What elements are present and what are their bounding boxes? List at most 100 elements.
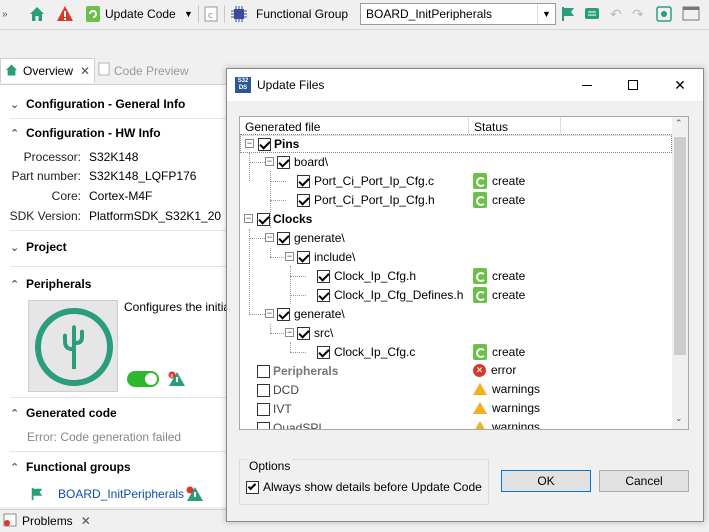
- tree-row[interactable]: − Clocks: [240, 210, 672, 229]
- tab-code-preview[interactable]: Code Preview: [98, 58, 208, 83]
- tree-row[interactable]: − generate\: [240, 305, 672, 324]
- tree-checkbox[interactable]: [277, 156, 290, 169]
- hw-info-key: SDK Version:: [9, 209, 81, 223]
- tree-checkbox[interactable]: [257, 384, 270, 397]
- tab-overview-label: Overview: [23, 64, 74, 78]
- chevron-down-icon: ⌄: [10, 98, 20, 111]
- tree-row[interactable]: Peripherals ✕ error: [240, 362, 672, 381]
- tree-scrollbar[interactable]: ⌃ ⌄: [672, 117, 688, 429]
- tree-row[interactable]: − board\: [240, 153, 672, 172]
- collapse-icon[interactable]: −: [245, 139, 254, 148]
- update-code-dropdown-icon[interactable]: ▼: [184, 4, 193, 24]
- collapse-icon[interactable]: −: [244, 214, 253, 223]
- notes-icon[interactable]: [584, 4, 600, 24]
- code-preview-icon[interactable]: c: [204, 4, 218, 24]
- warning-icon: [473, 383, 487, 395]
- tree-checkbox[interactable]: [317, 289, 330, 302]
- tree-row[interactable]: Clock_Ip_Cfg.c create: [240, 343, 672, 362]
- chip-icon[interactable]: [230, 4, 248, 24]
- generated-files-tree[interactable]: Generated file Status − Pins − board\ Po…: [239, 116, 689, 430]
- row-status: create: [492, 288, 526, 302]
- functional-group-link[interactable]: BOARD_InitPeripherals: [58, 487, 184, 501]
- maximize-icon[interactable]: [610, 69, 656, 101]
- tree-checkbox[interactable]: [297, 175, 310, 188]
- tree-row[interactable]: − src\: [240, 324, 672, 343]
- functional-group-warning-icon[interactable]: [186, 485, 204, 506]
- collapse-icon[interactable]: −: [265, 233, 274, 242]
- functional-group-value: BOARD_InitPeripherals: [366, 7, 493, 21]
- tree-row[interactable]: − include\: [240, 248, 672, 267]
- ok-button[interactable]: OK: [501, 470, 591, 492]
- collapse-icon[interactable]: −: [265, 157, 274, 166]
- scroll-up-icon[interactable]: ⌃: [675, 118, 683, 129]
- tree-row-label: include\: [314, 250, 356, 264]
- home-icon[interactable]: [28, 4, 46, 24]
- flag-icon[interactable]: [560, 4, 576, 24]
- chevron-up-icon: ⌃: [10, 127, 20, 140]
- warning-red-icon[interactable]: [56, 4, 74, 24]
- always-show-checkbox[interactable]: [246, 480, 259, 494]
- section-project[interactable]: ⌄ Project: [10, 236, 67, 258]
- tree-row[interactable]: Port_Ci_Port_Ip_Cfg.c create: [240, 172, 672, 191]
- scrollbar-thumb[interactable]: [674, 137, 686, 355]
- collapse-icon[interactable]: −: [285, 328, 294, 337]
- tree-checkbox[interactable]: [277, 232, 290, 245]
- section-general-info[interactable]: ⌄ Configuration - General Info: [10, 93, 185, 115]
- redo-icon[interactable]: ↷: [632, 4, 644, 24]
- section-hw-info[interactable]: ⌃ Configuration - HW Info: [10, 122, 161, 144]
- tree-checkbox[interactable]: [257, 213, 270, 226]
- tree-checkbox[interactable]: [297, 194, 310, 207]
- create-file-icon: [473, 287, 487, 303]
- peripherals-warning-icon[interactable]: x: [168, 370, 186, 391]
- tree-checkbox[interactable]: [257, 365, 270, 378]
- tree-row[interactable]: IVT warnings: [240, 400, 672, 419]
- toolbar-chevron-icon[interactable]: »: [2, 4, 8, 24]
- tree-row[interactable]: − generate\: [240, 229, 672, 248]
- generated-code-status: Error: Code generation failed: [27, 430, 182, 444]
- tree-row[interactable]: Clock_Ip_Cfg.h create: [240, 267, 672, 286]
- section-functional-groups[interactable]: ⌃ Functional groups: [10, 456, 131, 478]
- tree-checkbox[interactable]: [297, 251, 310, 264]
- tab-code-preview-label: Code Preview: [114, 63, 189, 78]
- tree-row[interactable]: Clock_Ip_Cfg_Defines.h create: [240, 286, 672, 305]
- update-code-button[interactable]: Update Code: [86, 4, 176, 24]
- tree-checkbox[interactable]: [277, 308, 290, 321]
- chevron-down-icon: ▼: [537, 4, 555, 24]
- window-icon[interactable]: [682, 4, 700, 24]
- tree-row-label: board\: [294, 155, 329, 169]
- scroll-down-icon[interactable]: ⌄: [675, 413, 683, 424]
- tree-row[interactable]: Port_Ci_Port_Ip_Cfg.h create: [240, 191, 672, 210]
- tree-checkbox[interactable]: [258, 138, 271, 151]
- close-icon[interactable]: ✕: [81, 514, 91, 528]
- tree-row-label: Pins: [274, 137, 300, 151]
- section-generated-code[interactable]: ⌃ Generated code: [10, 402, 117, 424]
- row-status: error: [491, 363, 517, 377]
- tab-overview[interactable]: Overview ✕: [0, 58, 95, 83]
- tab-problems[interactable]: Problems ✕: [0, 510, 91, 532]
- cancel-button[interactable]: Cancel: [599, 470, 689, 492]
- always-show-checkbox-row[interactable]: Always show details before Update Code: [246, 480, 482, 494]
- close-icon[interactable]: ✕: [657, 69, 703, 101]
- tree-checkbox[interactable]: [317, 270, 330, 283]
- settings-icon[interactable]: [656, 4, 672, 24]
- tree-row[interactable]: QuadSPI warnings: [240, 419, 672, 429]
- minimize-icon[interactable]: [564, 69, 610, 101]
- peripherals-tool-tile[interactable]: [28, 300, 118, 392]
- section-peripherals[interactable]: ⌃ Peripherals: [10, 273, 91, 295]
- undo-icon[interactable]: ↶: [610, 4, 622, 24]
- tree-checkbox[interactable]: [297, 327, 310, 340]
- collapse-icon[interactable]: −: [285, 252, 294, 261]
- tree-row[interactable]: DCD warnings: [240, 381, 672, 400]
- tree-checkbox[interactable]: [317, 346, 330, 359]
- tree-checkbox[interactable]: [257, 403, 270, 416]
- tree-row-label: Clocks: [273, 212, 313, 226]
- close-icon[interactable]: ✕: [80, 64, 90, 78]
- hw-info-key: Part number:: [11, 169, 81, 183]
- tree-row-label: Clock_Ip_Cfg.h: [334, 269, 417, 283]
- hw-info-row: Processor: S32K148: [0, 148, 139, 166]
- functional-group-select[interactable]: BOARD_InitPeripherals ▼: [360, 3, 556, 25]
- collapse-icon[interactable]: −: [265, 309, 274, 318]
- peripherals-toggle[interactable]: [127, 371, 159, 387]
- tree-row[interactable]: − Pins: [240, 134, 672, 153]
- tree-checkbox[interactable]: [257, 422, 270, 429]
